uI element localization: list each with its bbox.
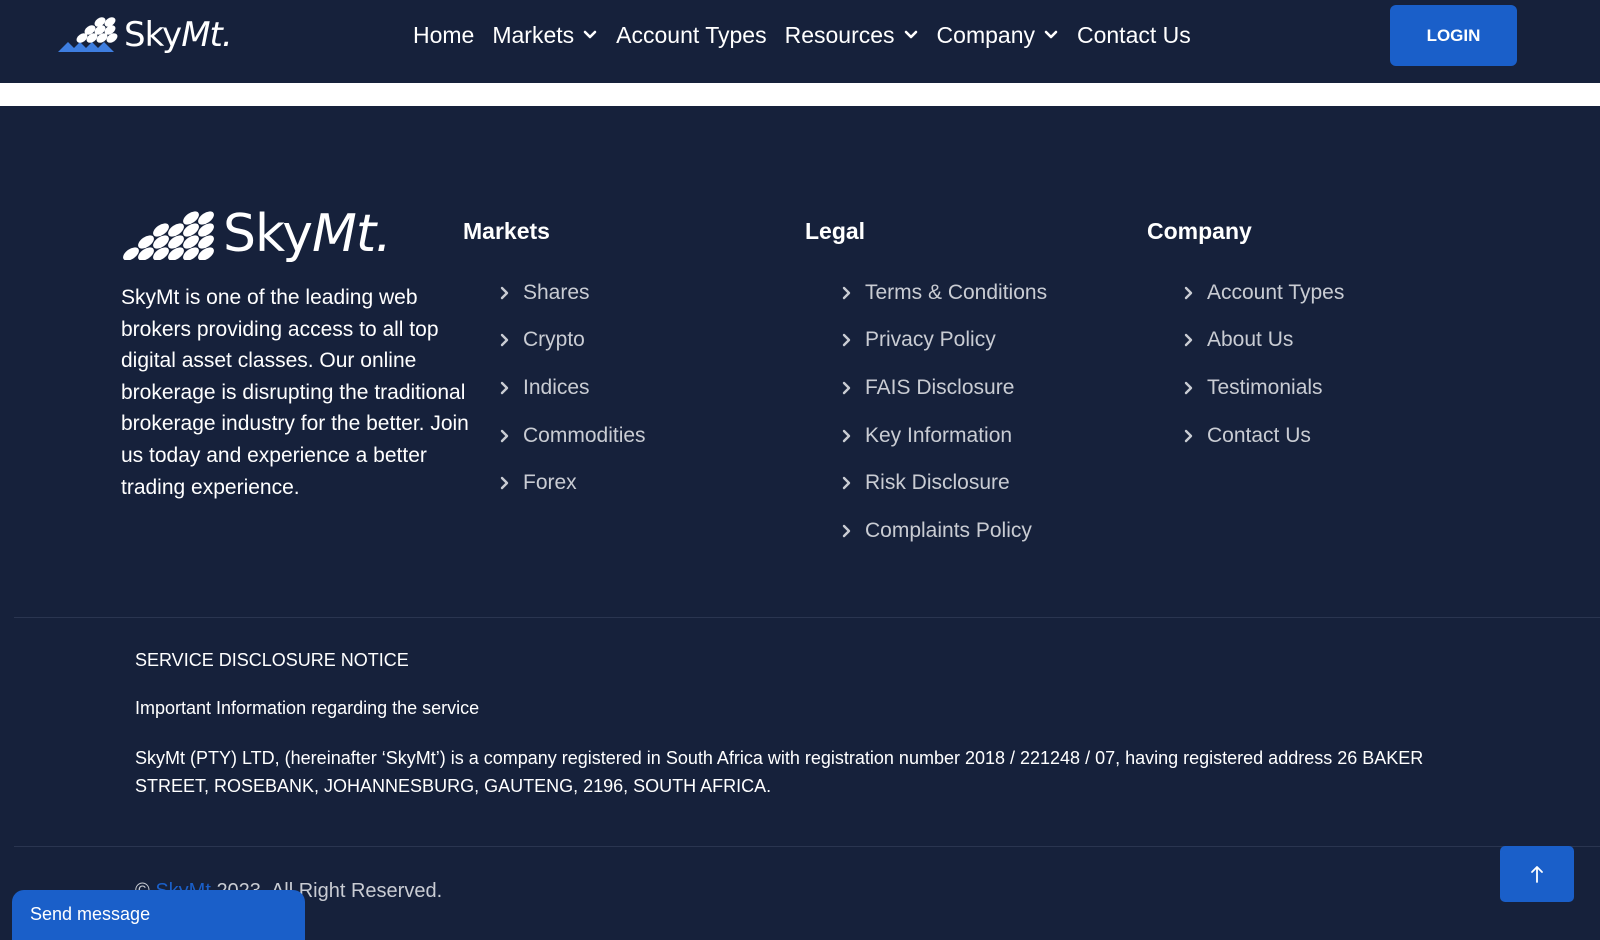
site-header: SkyMt. Home Markets Account Types Resour… (0, 0, 1600, 83)
footer-link-crypto[interactable]: Crypto (499, 317, 646, 365)
logo-text: SkyMt. (223, 208, 392, 260)
nav-item-markets[interactable]: Markets (492, 22, 598, 49)
footer-link-key-information[interactable]: Key Information (841, 412, 1047, 460)
chevron-right-icon (1184, 381, 1193, 395)
footer-link-label: FAIS Disclosure (865, 375, 1015, 399)
footer-link-label: Indices (523, 375, 590, 399)
footer-link-label: Contact Us (1207, 423, 1311, 447)
footer-col-legal: Legal Terms & Conditions Privacy Policy … (805, 218, 1047, 555)
send-message-label: Send message (30, 904, 151, 924)
service-disclosure-notice: SERVICE DISCLOSURE NOTICE Important Info… (135, 650, 1475, 800)
footer-link-privacy[interactable]: Privacy Policy (841, 317, 1047, 365)
nav-item-label: Markets (492, 21, 575, 48)
footer-link-forex[interactable]: Forex (499, 459, 646, 507)
footer-col-title: Legal (805, 218, 866, 244)
footer-link-label: Forex (523, 471, 577, 495)
logo-mark-icon (58, 17, 118, 52)
chevron-down-icon (583, 30, 597, 39)
footer-link-label: Testimonials (1207, 375, 1323, 399)
chevron-right-icon (842, 429, 851, 442)
logo-text-sky: Sky (223, 204, 313, 264)
footer-link-list: Account Types About Us Testimonials Cont… (1183, 269, 1344, 459)
logo-text: SkyMt. (124, 15, 233, 55)
back-to-top-button[interactable] (1500, 846, 1574, 902)
chevron-right-icon (500, 286, 509, 299)
notice-title: SERVICE DISCLOSURE NOTICE (135, 650, 409, 670)
chevron-right-icon (500, 476, 509, 490)
footer-link-fais[interactable]: FAIS Disclosure (841, 364, 1047, 412)
footer-link-label: Terms & Conditions (865, 280, 1048, 304)
footer-col-title: Markets (463, 218, 550, 244)
notice-body: SkyMt (PTY) LTD, (hereinafter ‘SkyMt’) i… (135, 748, 1424, 796)
chevron-right-icon (1184, 334, 1193, 347)
footer-link-label: Shares (523, 280, 590, 304)
footer-link-commodities[interactable]: Commodities (499, 412, 646, 460)
nav-item-home[interactable]: Home (413, 22, 474, 49)
notice-subtitle: Important Information regarding the serv… (135, 698, 480, 718)
arrow-up-icon (1531, 866, 1543, 883)
chevron-right-icon (842, 381, 851, 395)
nav-item-label: Resources (784, 21, 895, 48)
footer-divider (14, 846, 1600, 847)
footer-link-label: Key Information (865, 423, 1013, 447)
footer-col-markets: Markets Shares Crypto Indices Commoditie… (463, 218, 646, 507)
footer-link-complaints[interactable]: Complaints Policy (841, 507, 1047, 555)
send-message-button[interactable]: Send message (12, 890, 305, 940)
nav-item-resources[interactable]: Resources (785, 22, 919, 49)
nav-item-label: Company (936, 21, 1035, 48)
chevron-right-icon (500, 334, 509, 347)
footer-link-label: Crypto (523, 328, 585, 352)
white-strip (0, 83, 1600, 106)
header-logo[interactable]: SkyMt. (58, 15, 233, 55)
chevron-right-icon (842, 524, 851, 537)
chevron-right-icon (500, 381, 509, 395)
chevron-right-icon (1184, 429, 1193, 442)
footer-link-shares[interactable]: Shares (499, 269, 646, 317)
footer-link-label: Risk Disclosure (865, 471, 1010, 495)
footer-col-title: Company (1147, 218, 1252, 244)
chevron-right-icon (842, 286, 851, 299)
main-nav: Home Markets Account Types Resources Com… (413, 0, 1209, 70)
footer-link-testimonials[interactable]: Testimonials (1183, 364, 1344, 412)
nav-item-account-types[interactable]: Account Types (616, 22, 766, 49)
footer-link-list: Shares Crypto Indices Commodities Forex (499, 269, 646, 507)
chevron-down-icon (904, 30, 917, 39)
chevron-right-icon (500, 429, 509, 442)
footer-logo[interactable]: SkyMt. (121, 208, 392, 260)
footer-link-indices[interactable]: Indices (499, 364, 646, 412)
logo-text-mt: Mt. (312, 204, 392, 264)
nav-item-label: Account Types (616, 21, 767, 48)
nav-item-contact-us[interactable]: Contact Us (1077, 22, 1191, 49)
chevron-right-icon (842, 476, 851, 490)
chevron-down-icon (1044, 30, 1058, 39)
footer-link-label: Privacy Policy (865, 328, 996, 352)
footer-link-list: Terms & Conditions Privacy Policy FAIS D… (841, 269, 1047, 555)
logo-mark-icon (123, 211, 214, 260)
footer-link-account-types[interactable]: Account Types (1183, 269, 1344, 317)
logo-text-sky: Sky (124, 15, 182, 55)
footer-link-about-us[interactable]: About Us (1183, 317, 1344, 365)
nav-item-label: Contact Us (1076, 21, 1191, 48)
footer-divider (14, 617, 1600, 618)
logo-text-mt: Mt. (181, 15, 232, 55)
chevron-right-icon (842, 334, 851, 347)
login-button[interactable]: LOGIN (1390, 5, 1517, 66)
about-text: SkyMt is one of the leading web brokers … (121, 286, 469, 499)
footer-link-terms[interactable]: Terms & Conditions (841, 269, 1047, 317)
footer-link-label: Commodities (523, 423, 646, 447)
footer-link-contact-us[interactable]: Contact Us (1183, 412, 1344, 460)
footer-col-company: Company Account Types About Us Testimoni… (1147, 218, 1344, 459)
footer-link-risk[interactable]: Risk Disclosure (841, 459, 1047, 507)
nav-item-company[interactable]: Company (937, 22, 1059, 49)
footer-link-label: Complaints Policy (865, 518, 1032, 542)
footer-link-label: About Us (1207, 328, 1294, 352)
footer-link-label: Account Types (1207, 280, 1345, 304)
nav-item-label: Home (413, 21, 475, 48)
chevron-right-icon (1184, 286, 1193, 299)
